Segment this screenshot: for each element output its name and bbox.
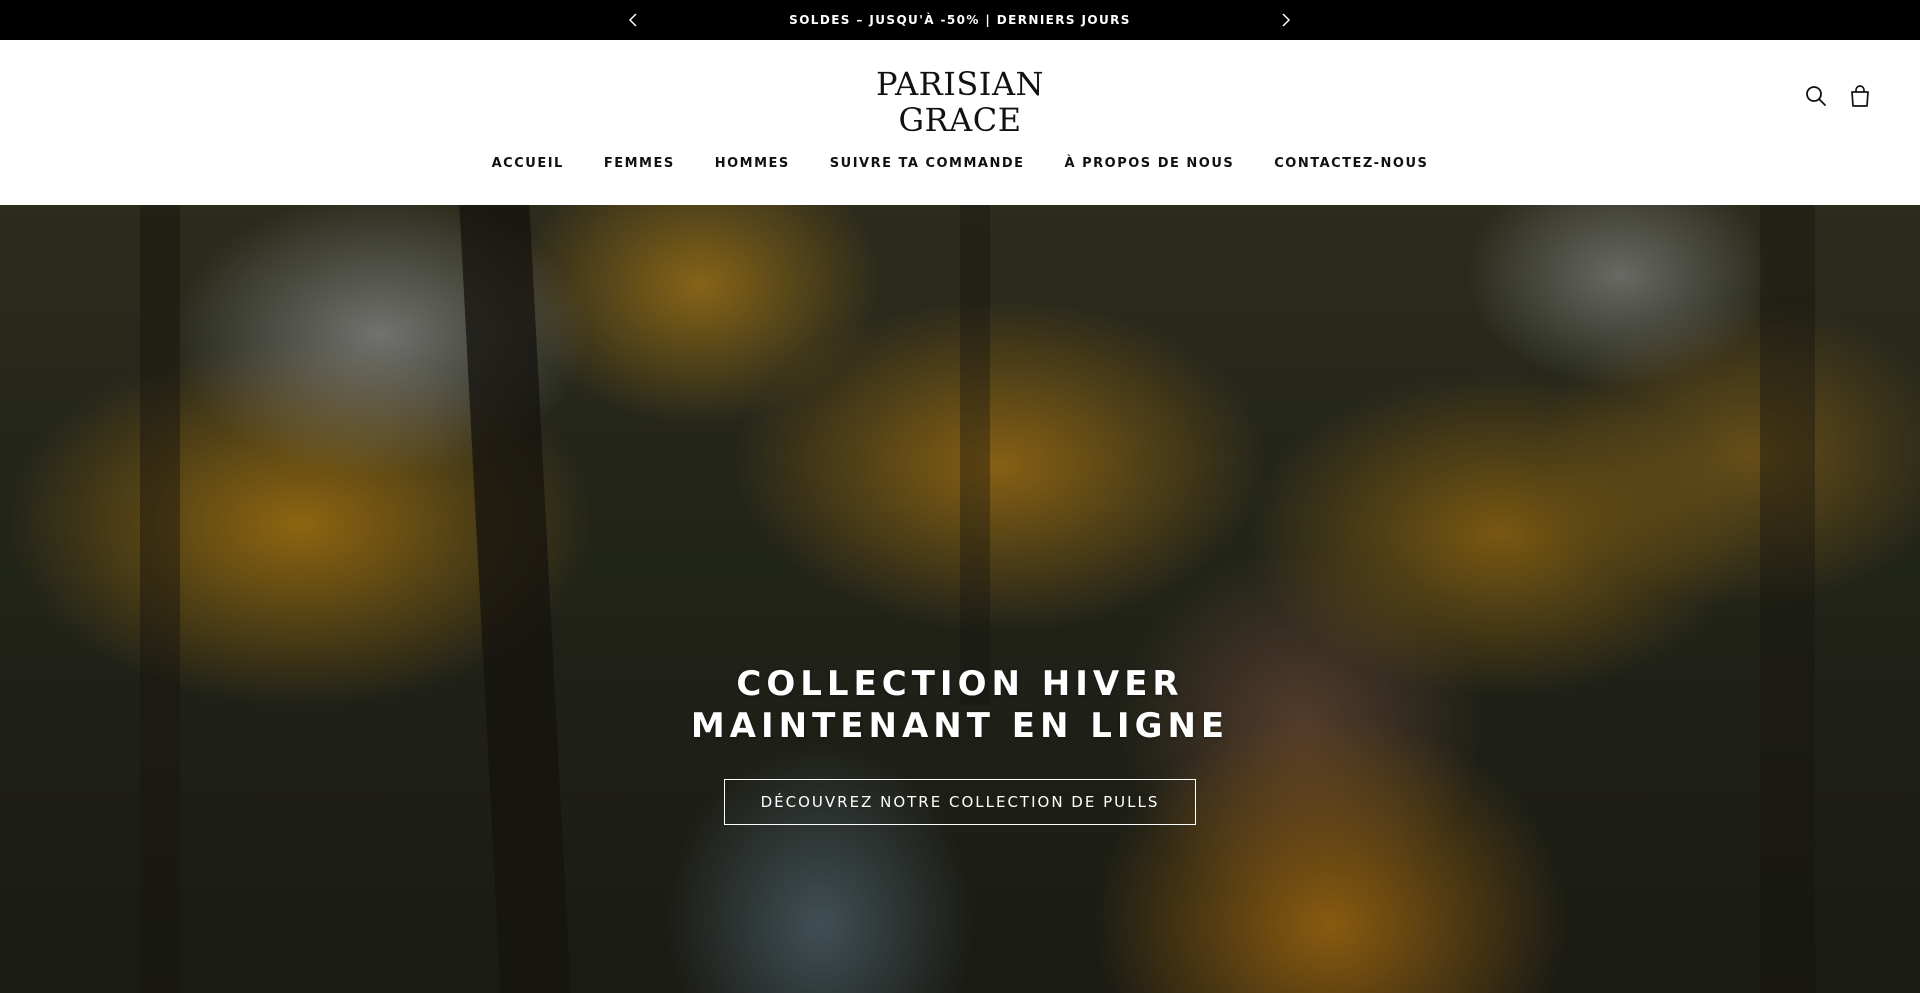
- announcement-text: SOLDES – JUSQU'À -50% | DERNIERS JOURS: [789, 13, 1131, 27]
- header-icons: [1804, 84, 1872, 108]
- search-icon[interactable]: [1804, 84, 1828, 108]
- nav-item-contact[interactable]: CONTACTEZ-NOUS: [1274, 156, 1428, 171]
- site-header: PARISIAN GRACE ACCUEIL FEMMES HOMMES SUI…: [0, 40, 1920, 205]
- hero-banner: COLLECTION HIVER MAINTENANT EN LIGNE DÉC…: [0, 205, 1920, 993]
- shopping-bag-icon[interactable]: [1848, 84, 1872, 108]
- main-navigation: ACCUEIL FEMMES HOMMES SUIVRE TA COMMANDE…: [0, 156, 1920, 171]
- discover-collection-button[interactable]: DÉCOUVREZ NOTRE COLLECTION DE PULLS: [724, 779, 1196, 825]
- logo-line2: GRACE: [898, 101, 1022, 139]
- logo-line1: PARISIAN: [875, 65, 1045, 103]
- hero-title: COLLECTION HIVER MAINTENANT EN LIGNE: [0, 663, 1920, 747]
- hero-title-line1: COLLECTION HIVER: [736, 664, 1184, 704]
- nav-item-suivre-commande[interactable]: SUIVRE TA COMMANDE: [830, 156, 1025, 171]
- nav-item-a-propos[interactable]: À PROPOS DE NOUS: [1065, 156, 1235, 171]
- announcement-bar: SOLDES – JUSQU'À -50% | DERNIERS JOURS: [0, 0, 1920, 40]
- nav-item-accueil[interactable]: ACCUEIL: [492, 156, 564, 171]
- nav-item-femmes[interactable]: FEMMES: [604, 156, 675, 171]
- hero-title-line2: MAINTENANT EN LIGNE: [690, 706, 1230, 746]
- hero-overlay: [0, 205, 1920, 993]
- brand-logo[interactable]: PARISIAN GRACE: [810, 66, 1110, 138]
- chevron-right-icon[interactable]: [1275, 9, 1297, 31]
- nav-item-hommes[interactable]: HOMMES: [715, 156, 790, 171]
